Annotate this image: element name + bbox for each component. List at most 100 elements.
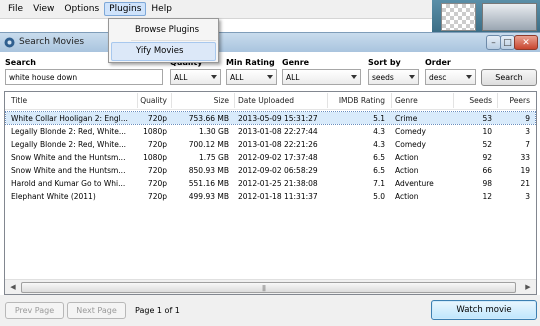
cell-peers: 33 [520, 152, 530, 162]
cell-title: Elephant White (2011) [11, 191, 96, 201]
cell-seeds: 53 [482, 113, 492, 123]
next-page-button[interactable]: Next Page [67, 302, 126, 319]
grip-icon: ||| [262, 285, 266, 292]
cell-size: 753.66 MB [188, 113, 229, 123]
cell-date: 2013-05-09 15:31:27 [238, 113, 318, 123]
menu-view[interactable]: View [28, 2, 59, 16]
close-icon: ✕ [522, 37, 530, 48]
cell-date: 2013-01-08 22:21:26 [238, 139, 318, 149]
page-indicator: Page 1 of 1 [135, 306, 180, 315]
cell-peers: 21 [520, 178, 530, 188]
quality-select[interactable]: ALL [170, 69, 221, 85]
table-row[interactable]: Legally Blonde 2: Red, White... 1080p 1.… [6, 125, 535, 137]
cell-size: 850.93 MB [188, 165, 229, 175]
horizontal-scrollbar[interactable]: ◀ ||| ▶ [5, 279, 536, 294]
table-row[interactable]: Legally Blonde 2: Red, White... 720p 700… [6, 138, 535, 150]
cell-date: 2012-01-25 21:38:08 [238, 178, 318, 188]
prev-page-button[interactable]: Prev Page [5, 302, 64, 319]
minimize-icon: – [491, 37, 496, 48]
cell-date: 2012-09-02 06:58:29 [238, 165, 318, 175]
scroll-left-icon[interactable]: ◀ [6, 281, 20, 293]
table-row[interactable]: Snow White and the Huntsm... 1080p 1.75 … [6, 151, 535, 163]
chevron-down-icon [351, 75, 357, 79]
cell-peers: 9 [525, 113, 530, 123]
cell-quality: 720p [147, 178, 167, 188]
cell-genre: Comedy [395, 139, 426, 149]
menu-options[interactable]: Options [59, 2, 104, 16]
search-label: Search [5, 58, 36, 67]
maximize-button[interactable]: □ [500, 35, 515, 50]
cell-title: Legally Blonde 2: Red, White... [11, 139, 126, 149]
menu-item-yify-movies[interactable]: Yify Movies [111, 42, 216, 61]
column-size[interactable]: Size [173, 96, 229, 105]
cell-rating: 6.5 [373, 152, 385, 162]
column-date-uploaded[interactable]: Date Uploaded [238, 96, 294, 105]
column-genre[interactable]: Genre [395, 96, 418, 105]
app-menubar: File View Options Plugins Help [0, 0, 432, 19]
close-button[interactable]: ✕ [514, 35, 538, 50]
menu-separator [131, 40, 216, 41]
cell-rating: 5.1 [373, 113, 385, 123]
menu-help[interactable]: Help [146, 2, 177, 16]
cell-genre: Comedy [395, 126, 426, 136]
order-select[interactable]: desc [425, 69, 476, 85]
cell-peers: 7 [525, 139, 530, 149]
search-button[interactable]: Search [481, 69, 537, 86]
search-input[interactable]: white house down [5, 69, 163, 85]
min-rating-value: ALL [230, 73, 244, 82]
genre-label: Genre [282, 58, 310, 67]
cell-genre: Crime [395, 113, 418, 123]
cell-title: Legally Blonde 2: Red, White... [11, 126, 126, 136]
scrollbar-thumb[interactable]: ||| [21, 282, 516, 293]
cell-genre: Action [395, 152, 419, 162]
cell-date: 2013-01-08 22:27:44 [238, 126, 318, 136]
cell-rating: 7.1 [373, 178, 385, 188]
table-header: Title Quality Size Date Uploaded IMDB Ra… [5, 92, 536, 110]
order-value: desc [429, 73, 447, 82]
column-quality[interactable]: Quality [139, 96, 167, 105]
genre-select[interactable]: ALL [282, 69, 361, 85]
column-title[interactable]: Title [11, 96, 27, 105]
footer-bar: Prev Page Next Page Page 1 of 1 Watch mo… [0, 295, 540, 326]
cell-peers: 3 [525, 191, 530, 201]
cell-quality: 720p [147, 139, 167, 149]
cell-size: 551.16 MB [188, 178, 229, 188]
cell-rating: 5.0 [373, 191, 385, 201]
watch-movie-button[interactable]: Watch movie [431, 300, 537, 320]
cell-size: 1.30 GB [198, 126, 229, 136]
scroll-right-icon[interactable]: ▶ [521, 281, 535, 293]
window-titlebar: Search Movies – □ ✕ [0, 32, 540, 52]
column-seeds[interactable]: Seeds [455, 96, 492, 105]
column-imdb-rating[interactable]: IMDB Rating [329, 96, 385, 105]
table-row[interactable]: Elephant White (2011) 720p 499.93 MB 201… [6, 190, 535, 202]
table-row[interactable]: White Collar Hooligan 2: Engl... 720p 75… [5, 111, 536, 125]
transparent-thumbnail [441, 3, 476, 31]
min-rating-select[interactable]: ALL [226, 69, 277, 85]
sort-by-select[interactable]: seeds [368, 69, 419, 85]
cell-quality: 720p [147, 191, 167, 201]
chevron-down-icon [409, 75, 415, 79]
menu-plugins[interactable]: Plugins [104, 2, 147, 16]
cell-genre: Adventure [395, 178, 434, 188]
cell-size: 1.75 GB [198, 152, 229, 162]
cell-quality: 1080p [143, 126, 167, 136]
menu-item-browse-plugins[interactable]: Browse Plugins [111, 21, 216, 40]
cell-size: 700.12 MB [188, 139, 229, 149]
cell-quality: 1080p [143, 152, 167, 162]
cell-genre: Action [395, 165, 419, 175]
column-peers[interactable]: Peers [499, 96, 530, 105]
sort-by-value: seeds [372, 73, 394, 82]
sort-by-label: Sort by [368, 58, 401, 67]
chevron-down-icon [211, 75, 217, 79]
minimize-button[interactable]: – [486, 35, 501, 50]
cell-seeds: 10 [482, 126, 492, 136]
cell-title: White Collar Hooligan 2: Engl... [11, 113, 128, 123]
menu-file[interactable]: File [3, 2, 28, 16]
cell-quality: 720p [147, 165, 167, 175]
cell-rating: 4.3 [373, 126, 385, 136]
window-title: Search Movies [19, 37, 85, 47]
table-row[interactable]: Harold and Kumar Go to Whi... 720p 551.1… [6, 177, 535, 189]
cell-seeds: 52 [482, 139, 492, 149]
cell-peers: 19 [520, 165, 530, 175]
table-row[interactable]: Snow White and the Huntsm... 720p 850.93… [6, 164, 535, 176]
